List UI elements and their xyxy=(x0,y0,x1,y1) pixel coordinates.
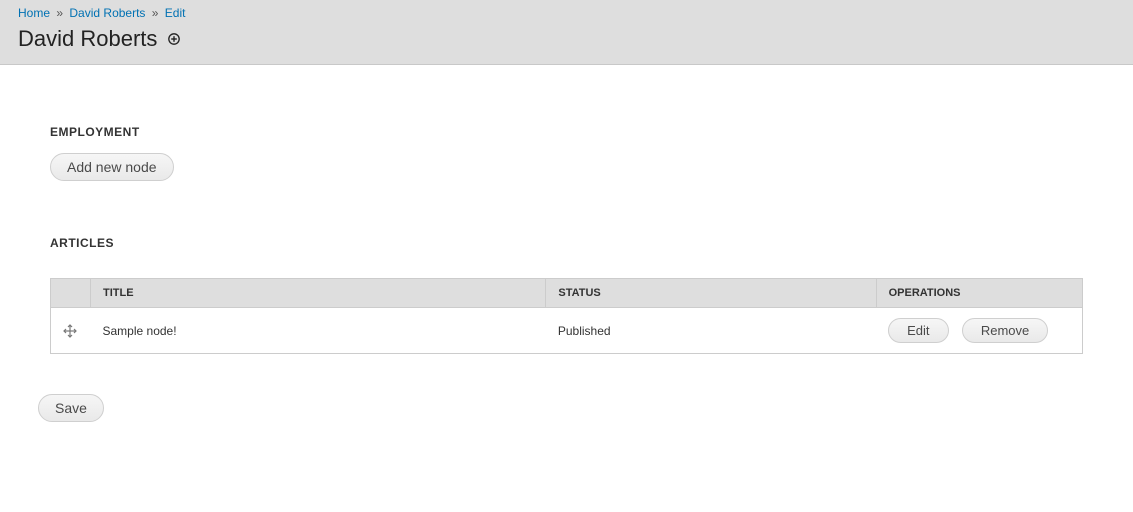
breadcrumb-separator: » xyxy=(152,6,159,20)
articles-heading: ARTICLES xyxy=(50,236,1083,250)
articles-section: ARTICLES TITLE STATUS OPERATIONS xyxy=(50,236,1083,354)
breadcrumb-current-link[interactable]: Edit xyxy=(165,6,186,20)
column-drag xyxy=(51,279,91,308)
page-title: David Roberts xyxy=(18,26,157,52)
articles-table: TITLE STATUS OPERATIONS xyxy=(50,278,1083,354)
cell-status: Published xyxy=(546,308,876,354)
edit-button[interactable]: Edit xyxy=(888,318,948,343)
employment-section: EMPLOYMENT Add new node xyxy=(50,125,1083,181)
add-new-node-button[interactable]: Add new node xyxy=(50,153,174,181)
breadcrumb: Home » David Roberts » Edit xyxy=(18,6,1115,20)
plus-circle-icon[interactable] xyxy=(167,32,181,46)
breadcrumb-entity-link[interactable]: David Roberts xyxy=(69,6,145,20)
table-row: Sample node! Published Edit Remove xyxy=(51,308,1083,354)
column-title: TITLE xyxy=(91,279,546,308)
footer-actions: Save xyxy=(38,394,1083,422)
cell-operations: Edit Remove xyxy=(876,308,1082,354)
header-region: Home » David Roberts » Edit David Robert… xyxy=(0,0,1133,65)
content-region: EMPLOYMENT Add new node ARTICLES TITLE S… xyxy=(0,65,1133,462)
column-status: STATUS xyxy=(546,279,876,308)
page-title-row: David Roberts xyxy=(18,26,1115,52)
column-operations: OPERATIONS xyxy=(876,279,1082,308)
table-header-row: TITLE STATUS OPERATIONS xyxy=(51,279,1083,308)
breadcrumb-home-link[interactable]: Home xyxy=(18,6,50,20)
save-button[interactable]: Save xyxy=(38,394,104,422)
drag-handle-icon[interactable] xyxy=(63,324,79,338)
employment-heading: EMPLOYMENT xyxy=(50,125,1083,139)
cell-title: Sample node! xyxy=(91,308,546,354)
breadcrumb-separator: » xyxy=(56,6,63,20)
remove-button[interactable]: Remove xyxy=(962,318,1048,343)
